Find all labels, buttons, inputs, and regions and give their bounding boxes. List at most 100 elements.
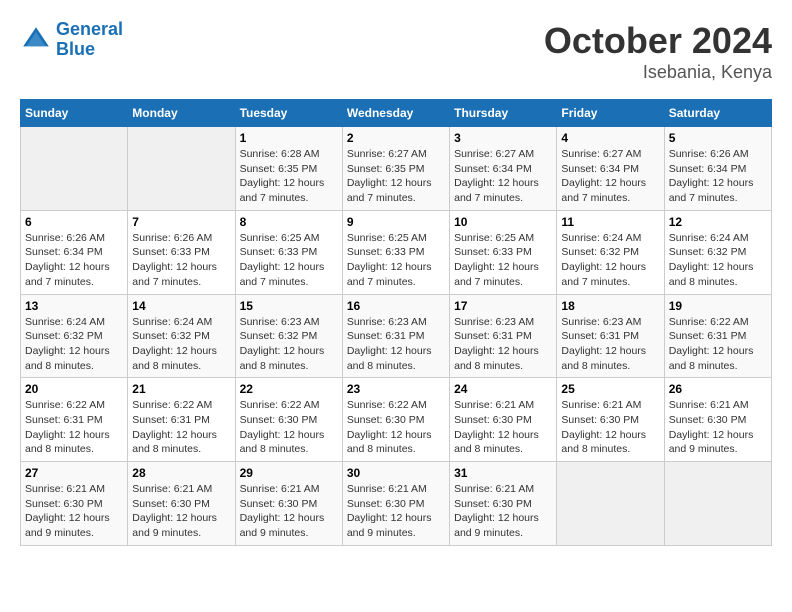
day-number: 9: [347, 215, 445, 229]
day-info: Sunrise: 6:21 AM Sunset: 6:30 PM Dayligh…: [240, 482, 338, 541]
calendar-cell: 22 Sunrise: 6:22 AM Sunset: 6:30 PM Dayli…: [235, 378, 342, 462]
day-number: 12: [669, 215, 767, 229]
day-number: 8: [240, 215, 338, 229]
day-number: 25: [561, 382, 659, 396]
calendar-cell: 4Sunrise: 6:27 AM Sunset: 6:34 PM Daylig…: [557, 127, 664, 211]
calendar-week-4: 20 Sunrise: 6:22 AM Sunset: 6:31 PM Dayli…: [21, 378, 772, 462]
calendar-cell: 19 Sunrise: 6:22 AM Sunset: 6:31 PM Dayli…: [664, 294, 771, 378]
day-number: 15: [240, 299, 338, 313]
calendar-week-5: 27Sunrise: 6:21 AM Sunset: 6:30 PM Dayli…: [21, 462, 772, 546]
calendar-cell: 21Sunrise: 6:22 AM Sunset: 6:31 PM Dayli…: [128, 378, 235, 462]
day-number: 26: [669, 382, 767, 396]
logo: General Blue: [20, 20, 123, 60]
day-number: 19: [669, 299, 767, 313]
calendar-cell: 15 Sunrise: 6:23 AM Sunset: 6:32 PM Dayli…: [235, 294, 342, 378]
day-info: Sunrise: 6:27 AM Sunset: 6:34 PM Dayligh…: [454, 147, 552, 206]
weekday-header-friday: Friday: [557, 100, 664, 127]
day-info: Sunrise: 6:26 AM Sunset: 6:33 PM Dayligh…: [132, 231, 230, 290]
day-info: Sunrise: 6:24 AM Sunset: 6:32 PM Dayligh…: [561, 231, 659, 290]
day-number: 6: [25, 215, 123, 229]
day-info: Sunrise: 6:27 AM Sunset: 6:35 PM Dayligh…: [347, 147, 445, 206]
day-number: 5: [669, 131, 767, 145]
day-number: 7: [132, 215, 230, 229]
calendar-cell: 14Sunrise: 6:24 AM Sunset: 6:32 PM Dayli…: [128, 294, 235, 378]
day-info: Sunrise: 6:23 AM Sunset: 6:31 PM Dayligh…: [347, 315, 445, 374]
day-number: 28: [132, 466, 230, 480]
day-info: Sunrise: 6:22 AM Sunset: 6:31 PM Dayligh…: [132, 398, 230, 457]
calendar-cell: 10 Sunrise: 6:25 AM Sunset: 6:33 PM Dayli…: [450, 210, 557, 294]
calendar-cell: 1 Sunrise: 6:28 AM Sunset: 6:35 PM Daylig…: [235, 127, 342, 211]
calendar-week-3: 13 Sunrise: 6:24 AM Sunset: 6:32 PM Dayli…: [21, 294, 772, 378]
calendar-cell: [664, 462, 771, 546]
day-info: Sunrise: 6:24 AM Sunset: 6:32 PM Dayligh…: [132, 315, 230, 374]
day-info: Sunrise: 6:25 AM Sunset: 6:33 PM Dayligh…: [347, 231, 445, 290]
day-info: Sunrise: 6:28 AM Sunset: 6:35 PM Dayligh…: [240, 147, 338, 206]
day-number: 10: [454, 215, 552, 229]
day-info: Sunrise: 6:23 AM Sunset: 6:31 PM Dayligh…: [454, 315, 552, 374]
day-info: Sunrise: 6:21 AM Sunset: 6:30 PM Dayligh…: [25, 482, 123, 541]
day-info: Sunrise: 6:25 AM Sunset: 6:33 PM Dayligh…: [240, 231, 338, 290]
logo-icon: [20, 24, 52, 56]
calendar-week-2: 6Sunrise: 6:26 AM Sunset: 6:34 PM Daylig…: [21, 210, 772, 294]
day-number: 31: [454, 466, 552, 480]
day-info: Sunrise: 6:23 AM Sunset: 6:31 PM Dayligh…: [561, 315, 659, 374]
day-number: 16: [347, 299, 445, 313]
day-info: Sunrise: 6:21 AM Sunset: 6:30 PM Dayligh…: [132, 482, 230, 541]
calendar-cell: 18 Sunrise: 6:23 AM Sunset: 6:31 PM Dayli…: [557, 294, 664, 378]
day-number: 22: [240, 382, 338, 396]
day-info: Sunrise: 6:25 AM Sunset: 6:33 PM Dayligh…: [454, 231, 552, 290]
calendar-cell: 30Sunrise: 6:21 AM Sunset: 6:30 PM Dayli…: [342, 462, 449, 546]
weekday-header-row: SundayMondayTuesdayWednesdayThursdayFrid…: [21, 100, 772, 127]
calendar-cell: 16 Sunrise: 6:23 AM Sunset: 6:31 PM Dayli…: [342, 294, 449, 378]
day-info: Sunrise: 6:22 AM Sunset: 6:30 PM Dayligh…: [240, 398, 338, 457]
weekday-header-tuesday: Tuesday: [235, 100, 342, 127]
day-number: 13: [25, 299, 123, 313]
day-info: Sunrise: 6:22 AM Sunset: 6:31 PM Dayligh…: [669, 315, 767, 374]
day-info: Sunrise: 6:24 AM Sunset: 6:32 PM Dayligh…: [25, 315, 123, 374]
day-number: 1: [240, 131, 338, 145]
day-number: 30: [347, 466, 445, 480]
calendar-cell: 27Sunrise: 6:21 AM Sunset: 6:30 PM Dayli…: [21, 462, 128, 546]
weekday-header-wednesday: Wednesday: [342, 100, 449, 127]
calendar-cell: 31Sunrise: 6:21 AM Sunset: 6:30 PM Dayli…: [450, 462, 557, 546]
calendar-cell: 11 Sunrise: 6:24 AM Sunset: 6:32 PM Dayli…: [557, 210, 664, 294]
calendar-cell: 20 Sunrise: 6:22 AM Sunset: 6:31 PM Dayli…: [21, 378, 128, 462]
day-info: Sunrise: 6:21 AM Sunset: 6:30 PM Dayligh…: [669, 398, 767, 457]
day-info: Sunrise: 6:26 AM Sunset: 6:34 PM Dayligh…: [669, 147, 767, 206]
day-number: 11: [561, 215, 659, 229]
day-info: Sunrise: 6:21 AM Sunset: 6:30 PM Dayligh…: [561, 398, 659, 457]
month-year: October 2024: [544, 20, 772, 62]
calendar-cell: 9 Sunrise: 6:25 AM Sunset: 6:33 PM Daylig…: [342, 210, 449, 294]
calendar-cell: 26 Sunrise: 6:21 AM Sunset: 6:30 PM Dayli…: [664, 378, 771, 462]
day-number: 2: [347, 131, 445, 145]
calendar-cell: 28 Sunrise: 6:21 AM Sunset: 6:30 PM Dayli…: [128, 462, 235, 546]
calendar-cell: 3Sunrise: 6:27 AM Sunset: 6:34 PM Daylig…: [450, 127, 557, 211]
calendar-cell: 25 Sunrise: 6:21 AM Sunset: 6:30 PM Dayli…: [557, 378, 664, 462]
day-number: 20: [25, 382, 123, 396]
day-info: Sunrise: 6:22 AM Sunset: 6:31 PM Dayligh…: [25, 398, 123, 457]
day-info: Sunrise: 6:23 AM Sunset: 6:32 PM Dayligh…: [240, 315, 338, 374]
day-info: Sunrise: 6:24 AM Sunset: 6:32 PM Dayligh…: [669, 231, 767, 290]
calendar-cell: [128, 127, 235, 211]
calendar-cell: 29Sunrise: 6:21 AM Sunset: 6:30 PM Dayli…: [235, 462, 342, 546]
day-number: 18: [561, 299, 659, 313]
calendar-cell: [21, 127, 128, 211]
calendar-cell: 13 Sunrise: 6:24 AM Sunset: 6:32 PM Dayli…: [21, 294, 128, 378]
calendar-week-1: 1 Sunrise: 6:28 AM Sunset: 6:35 PM Daylig…: [21, 127, 772, 211]
calendar-table: SundayMondayTuesdayWednesdayThursdayFrid…: [20, 99, 772, 546]
weekday-header-monday: Monday: [128, 100, 235, 127]
calendar-cell: 8 Sunrise: 6:25 AM Sunset: 6:33 PM Daylig…: [235, 210, 342, 294]
calendar-cell: 2 Sunrise: 6:27 AM Sunset: 6:35 PM Daylig…: [342, 127, 449, 211]
logo-text: General Blue: [56, 20, 123, 60]
calendar-cell: 17Sunrise: 6:23 AM Sunset: 6:31 PM Dayli…: [450, 294, 557, 378]
day-info: Sunrise: 6:21 AM Sunset: 6:30 PM Dayligh…: [454, 398, 552, 457]
calendar-cell: 12 Sunrise: 6:24 AM Sunset: 6:32 PM Dayli…: [664, 210, 771, 294]
weekday-header-saturday: Saturday: [664, 100, 771, 127]
calendar-cell: 24Sunrise: 6:21 AM Sunset: 6:30 PM Dayli…: [450, 378, 557, 462]
weekday-header-thursday: Thursday: [450, 100, 557, 127]
calendar-cell: [557, 462, 664, 546]
weekday-header-sunday: Sunday: [21, 100, 128, 127]
day-number: 4: [561, 131, 659, 145]
page-header: General Blue October 2024 Isebania, Keny…: [20, 20, 772, 83]
calendar-cell: 23Sunrise: 6:22 AM Sunset: 6:30 PM Dayli…: [342, 378, 449, 462]
